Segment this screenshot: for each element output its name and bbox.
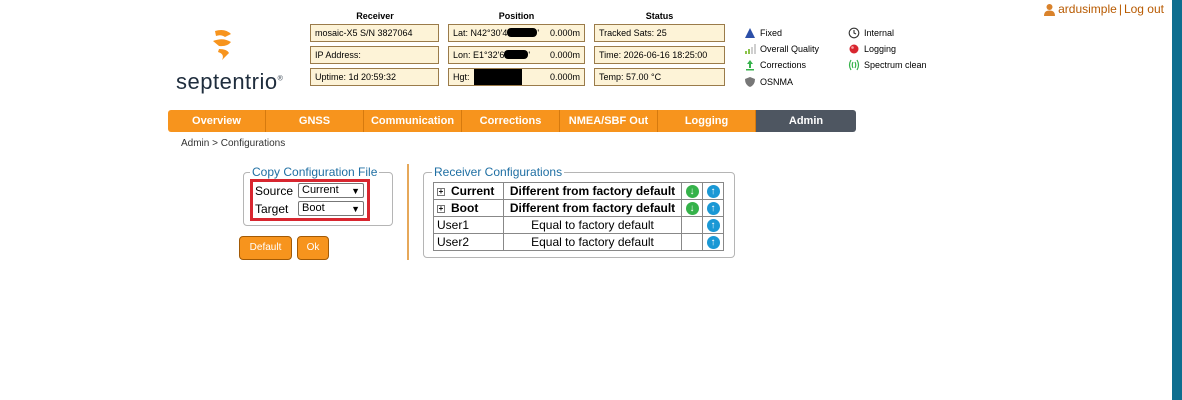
download-cell: ↓ (681, 199, 703, 217)
window-edge (1172, 0, 1182, 400)
user-icon (1044, 3, 1056, 16)
logging-dot-icon (849, 44, 859, 54)
upload-cell: ↑ (702, 216, 724, 234)
upload-cell: ↑ (702, 182, 724, 200)
legend-corrections: Corrections (744, 59, 806, 71)
tab-communication[interactable]: Communication (364, 110, 462, 132)
breadcrumb: Admin > Configurations (181, 138, 286, 149)
table-row: User1 Equal to factory default ↑ (433, 216, 724, 234)
latitude-label: Lat: N42°30'4 (453, 28, 508, 38)
target-label: Target (255, 202, 289, 216)
spectrum-wave-icon (848, 59, 860, 71)
upload-cell: ↑ (702, 233, 724, 251)
latitude-value: 0.000m (549, 28, 580, 38)
uptime: Uptime: 1d 20:59:32 (310, 68, 439, 86)
user-menu: ardusimple | Log out (1043, 2, 1164, 16)
source-label: Source (255, 184, 294, 198)
longitude-value: 0.000m (549, 50, 580, 60)
tab-overview[interactable]: Overview (168, 110, 266, 132)
ok-button[interactable]: Ok (297, 236, 329, 260)
legend-osnma: OSNMA (744, 76, 793, 88)
shield-icon (745, 77, 755, 87)
height-label: Hgt: (453, 72, 470, 82)
config-status-cell: Different from factory default (503, 182, 682, 200)
table-row: + Boot Different from factory default ↓ ↑ (433, 199, 724, 217)
upload-icon[interactable]: ↑ (706, 185, 720, 199)
legend-fixed: Fixed (744, 27, 782, 39)
username-link[interactable]: ardusimple (1058, 2, 1117, 16)
table-row: User2 Equal to factory default ↑ (433, 233, 724, 251)
expand-icon[interactable]: + (437, 188, 445, 196)
upload-icon[interactable]: ↑ (706, 219, 720, 233)
longitude-redaction (504, 50, 529, 59)
longitude-label: Lon: E1°32'6 (453, 50, 505, 60)
download-cell (681, 216, 703, 234)
section-divider (407, 164, 409, 260)
download-icon[interactable]: ↓ (685, 185, 699, 199)
config-status-cell: Different from factory default (503, 199, 682, 217)
receiver-time: Time: 2026-06-16 18:25:00 (594, 46, 725, 64)
logo-text: septentrio® (176, 69, 284, 94)
longitude-box: Lon: E1°32'6 ' 0.000m (448, 46, 585, 64)
position-header: Position (498, 11, 535, 21)
config-name-cell: + Boot (433, 199, 504, 217)
source-select[interactable]: Current ▼ (298, 183, 364, 198)
latitude-box: Lat: N42°30'4 ' 0.000m (448, 24, 585, 42)
legend-internal: Internal (848, 27, 894, 39)
signal-bars-icon (745, 44, 756, 54)
config-status-cell: Equal to factory default (503, 216, 682, 234)
target-select-value: Boot (302, 202, 325, 214)
corrections-arrow-icon (746, 60, 754, 71)
tracked-sats: Tracked Sats: 25 (594, 24, 725, 42)
chevron-down-icon: ▼ (351, 186, 360, 196)
config-name-cell: User2 (433, 233, 504, 251)
upload-cell: ↑ (702, 199, 724, 217)
chevron-down-icon: ▼ (351, 204, 360, 214)
config-name-cell: User1 (433, 216, 504, 234)
receiver-temp: Temp: 57.00 °C (594, 68, 725, 86)
receiver-configs-table: + Current Different from factory default … (433, 182, 724, 251)
upload-icon[interactable]: ↑ (706, 202, 720, 216)
logout-link[interactable]: Log out (1124, 2, 1164, 16)
height-box: Hgt: 0.000m (448, 68, 585, 86)
tab-nmea-sbf-out[interactable]: NMEA/SBF Out (560, 110, 658, 132)
tab-corrections[interactable]: Corrections (462, 110, 560, 132)
tab-admin[interactable]: Admin (756, 110, 856, 132)
upload-icon[interactable]: ↑ (706, 236, 720, 250)
download-cell: ↓ (681, 182, 703, 200)
table-row: + Current Different from factory default … (433, 182, 724, 200)
config-status-cell: Equal to factory default (503, 233, 682, 251)
status-header: Status (645, 11, 674, 21)
tab-gnss[interactable]: GNSS (266, 110, 364, 132)
download-cell (681, 233, 703, 251)
legend-quality: Overall Quality (744, 43, 819, 55)
default-button[interactable]: Default (239, 236, 292, 260)
source-select-value: Current (302, 184, 339, 196)
copy-config-legend: Copy Configuration File (252, 165, 378, 179)
tab-logging[interactable]: Logging (658, 110, 756, 132)
legend-spectrum: Spectrum clean (848, 59, 927, 71)
clock-icon (848, 27, 860, 39)
main-nav: Overview GNSS Communication Corrections … (168, 110, 856, 132)
receiver-header: Receiver (356, 11, 394, 21)
target-select[interactable]: Boot ▼ (298, 201, 364, 216)
fixed-triangle-icon (745, 28, 755, 38)
receiver-configs-legend: Receiver Configurations (434, 165, 563, 179)
septentrio-logo-icon (213, 30, 231, 60)
user-separator: | (1118, 2, 1122, 16)
ip-address: IP Address: (310, 46, 439, 64)
height-value: 0.000m (549, 72, 580, 82)
config-name-cell: + Current (433, 182, 504, 200)
latitude-redaction (507, 28, 538, 37)
download-icon[interactable]: ↓ (685, 202, 699, 216)
height-redaction (474, 69, 522, 85)
receiver-serial: mosaic-X5 S/N 3827064 (310, 24, 439, 42)
legend-logging: Logging (848, 43, 896, 55)
expand-icon[interactable]: + (437, 205, 445, 213)
